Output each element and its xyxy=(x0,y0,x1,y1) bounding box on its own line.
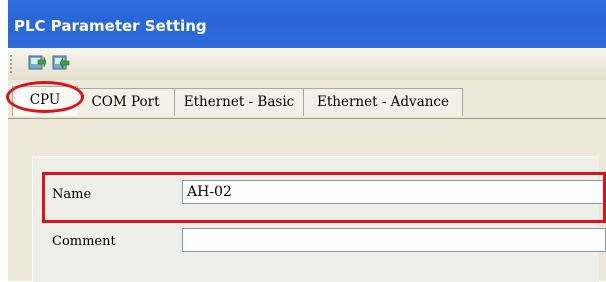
name-field[interactable] xyxy=(182,180,606,204)
import-icon xyxy=(28,55,46,70)
comment-label: Comment xyxy=(52,234,116,249)
comment-field[interactable] xyxy=(182,228,606,252)
tab-com-port[interactable]: COM Port xyxy=(77,88,175,116)
tab-ethernet-advance[interactable]: Ethernet - Advance xyxy=(304,88,463,116)
tab-ethernet-advance-label: Ethernet - Advance xyxy=(317,94,449,110)
tab-cpu-label: CPU xyxy=(29,92,61,108)
toolbar xyxy=(8,48,606,80)
settings-group xyxy=(32,156,599,282)
toolbar-grip[interactable] xyxy=(10,55,12,73)
tab-cpu[interactable]: CPU xyxy=(12,86,78,116)
window-title: PLC Parameter Setting xyxy=(14,17,207,35)
tab-com-port-label: COM Port xyxy=(91,94,160,110)
tab-ethernet-basic[interactable]: Ethernet - Basic xyxy=(175,88,304,116)
title-bar: PLC Parameter Setting xyxy=(8,0,606,48)
export-button[interactable] xyxy=(52,54,70,72)
export-icon xyxy=(52,55,70,70)
import-button[interactable] xyxy=(28,54,46,72)
tab-ethernet-basic-label: Ethernet - Basic xyxy=(183,94,295,110)
name-label: Name xyxy=(52,187,92,202)
